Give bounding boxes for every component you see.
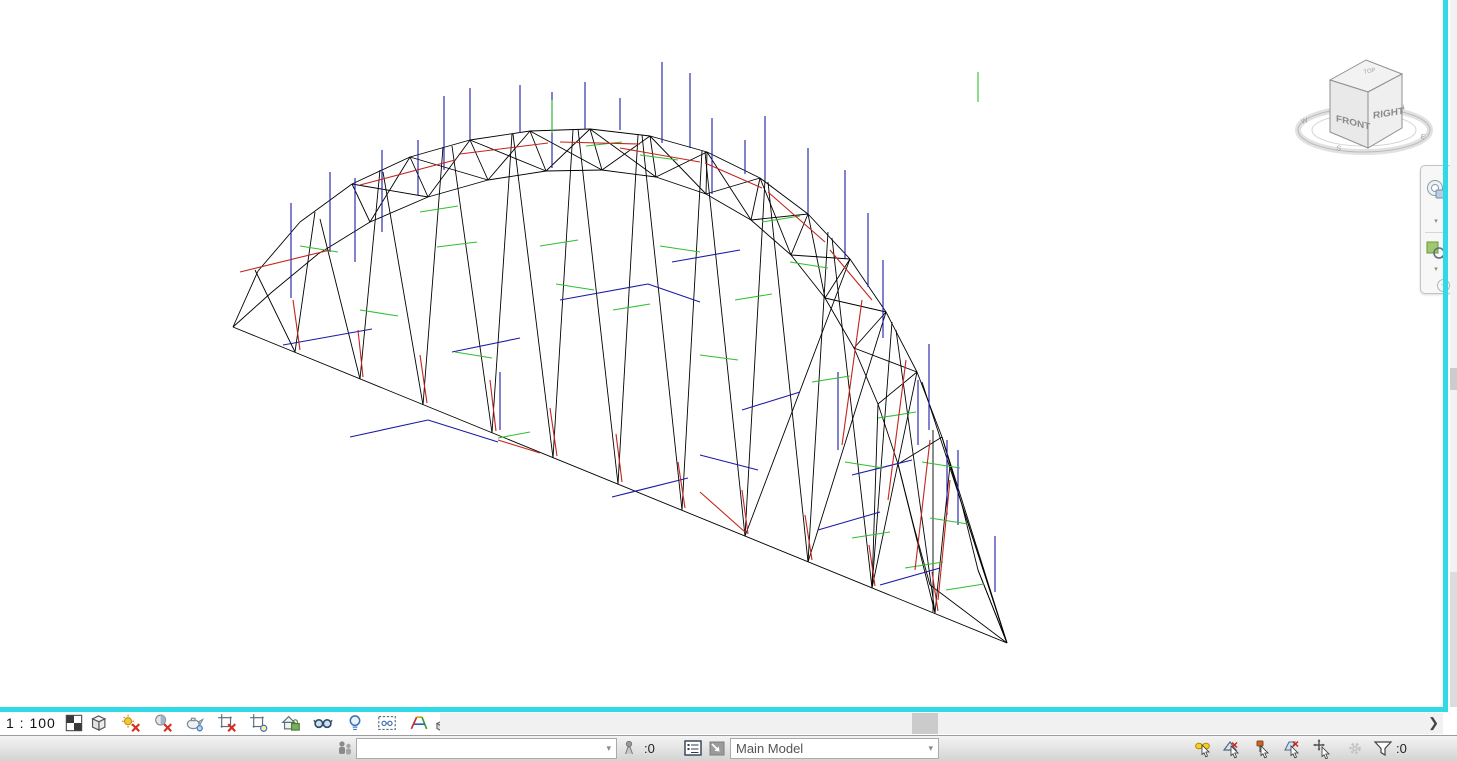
- chevron-down-icon: ▾: [603, 743, 614, 754]
- temporary-view-properties-icon[interactable]: [377, 713, 397, 733]
- worksets-button[interactable]: [334, 738, 356, 759]
- shadows-off-icon[interactable]: [153, 713, 173, 733]
- select-links-toggle[interactable]: [1192, 738, 1214, 759]
- temporary-hide-isolate-icon[interactable]: [313, 713, 333, 733]
- vertical-scrollbar-track-lower: [1450, 572, 1457, 707]
- wheel-dropdown-icon[interactable]: ▾: [1431, 218, 1441, 226]
- editing-requests-count: :0: [644, 741, 655, 756]
- worksets-icon: [334, 738, 356, 759]
- select-elements-by-face-icon: [1282, 738, 1304, 759]
- viewcube[interactable]: W S E N TOP FRONT RIGHT: [1292, 44, 1440, 156]
- drag-elements-on-selection-icon: [1312, 738, 1334, 759]
- editing-requests-button[interactable]: :0: [620, 738, 655, 759]
- select-underlay-elements-toggle[interactable]: [1222, 738, 1244, 759]
- filter-button[interactable]: :0: [1372, 738, 1407, 759]
- select-elements-by-face-toggle[interactable]: [1282, 738, 1304, 759]
- gear-icon: [1344, 738, 1366, 759]
- locked-3d-view-icon[interactable]: [281, 713, 301, 733]
- filter-funnel-icon: [1372, 738, 1394, 759]
- view-scale-button[interactable]: 1 : 100: [6, 715, 56, 731]
- select-pinned-elements-toggle[interactable]: [1252, 738, 1274, 759]
- sun-path-off-icon[interactable]: [121, 713, 141, 733]
- active-design-option-value: Main Model: [736, 741, 803, 756]
- select-pinned-elements-icon: [1252, 738, 1274, 759]
- horizontal-scrollbar-thumb[interactable]: [912, 713, 938, 734]
- horizontal-scrollbar-right-arrow-icon[interactable]: ❯: [1428, 715, 1439, 731]
- viewport-border-right: [1443, 0, 1448, 712]
- select-underlay-elements-icon: [1222, 738, 1244, 759]
- chevron-down-icon: ▾: [925, 743, 936, 754]
- crop-view-off-icon[interactable]: [217, 713, 237, 733]
- show-analytical-model-icon[interactable]: [409, 713, 429, 733]
- vertical-scrollbar-thumb[interactable]: [1450, 368, 1457, 390]
- model-canvas[interactable]: W S E N TOP FRONT RIGHT ✕ ▾: [0, 0, 1457, 712]
- analytical-model-wireframe: [0, 0, 1457, 712]
- selection-settings-button[interactable]: [1344, 738, 1366, 759]
- design-options-icon: [682, 738, 704, 759]
- navigation-bar[interactable]: ✕ ▾ ▾ –: [1420, 165, 1453, 294]
- reveal-hidden-elements-icon[interactable]: [345, 713, 365, 733]
- filter-count: :0: [1396, 741, 1407, 756]
- add-to-set-icon: [706, 738, 728, 759]
- show-crop-region-icon[interactable]: [249, 713, 269, 733]
- active-design-option-select[interactable]: Main Model ▾: [730, 738, 939, 759]
- horizontal-scrollbar[interactable]: ❯: [440, 713, 1443, 734]
- editing-requests-icon: [620, 738, 642, 759]
- add-to-set-button[interactable]: [706, 738, 728, 759]
- status-bar: ▾ :0 Main Model: [0, 735, 1457, 761]
- visual-style-icon[interactable]: [89, 713, 109, 733]
- select-links-icon: [1192, 738, 1214, 759]
- vertical-scrollbar[interactable]: [1450, 0, 1457, 707]
- design-options-button[interactable]: [682, 738, 704, 759]
- active-workset-select[interactable]: ▾: [356, 738, 617, 759]
- revit-3d-view-window: W S E N TOP FRONT RIGHT ✕ ▾: [0, 0, 1457, 761]
- drag-elements-on-selection-toggle[interactable]: [1312, 738, 1334, 759]
- zoom-dropdown-icon[interactable]: ▾: [1431, 266, 1441, 274]
- show-rendering-dialog-icon[interactable]: [185, 713, 205, 733]
- detail-level-icon[interactable]: [64, 713, 84, 733]
